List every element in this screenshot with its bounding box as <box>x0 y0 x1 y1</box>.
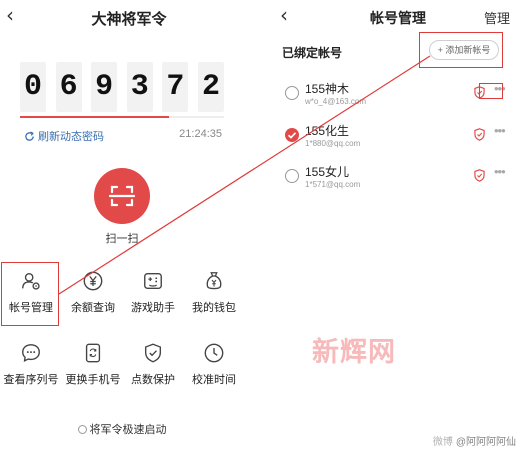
scan-button[interactable] <box>94 168 150 224</box>
grid-item-label: 校准时间 <box>192 374 236 386</box>
check-icon <box>287 132 297 139</box>
weibo-label: 微博 <box>432 437 453 448</box>
grid-item-game-helper[interactable]: 游戏助手 <box>122 270 184 315</box>
countdown-bar-fill <box>20 116 169 118</box>
account-name: 155女儿 <box>305 165 350 179</box>
page-title: 大神将军令 <box>91 11 167 28</box>
shield-icon <box>474 169 485 182</box>
manage-button[interactable]: 管理 <box>484 8 510 27</box>
account-radio[interactable] <box>285 86 299 100</box>
refresh-icon <box>25 131 34 141</box>
token-home-screen: ‹ 大神将军令 0 6 9 3 7 2 刷新动态密码 21:24:35 扫一扫 … <box>0 0 258 451</box>
code-digit: 0 <box>20 62 46 112</box>
account-name: 155神木 <box>305 82 350 96</box>
annotation-box-more <box>479 83 503 99</box>
section-title: 已绑定帐号 <box>282 46 343 60</box>
yen-coin-icon <box>83 271 103 291</box>
watermark-text: 新辉网 <box>312 337 396 367</box>
account-row[interactable]: 155化生 1*880@qq.com ••• <box>282 122 514 162</box>
money-bag-icon <box>206 272 222 290</box>
scan-icon <box>108 185 136 207</box>
grid-item-wallet[interactable]: 我的钱包 <box>183 270 245 315</box>
shield-check-icon <box>144 343 162 363</box>
code-digit: 7 <box>162 62 189 112</box>
grid-item-serial[interactable]: 查看序列号 <box>0 342 62 387</box>
account-row[interactable]: 155女儿 1*571@qq.com ••• <box>282 163 514 203</box>
account-radio[interactable] <box>285 169 299 183</box>
grid-item-calibrate-time[interactable]: 校准时间 <box>183 342 245 387</box>
grid-item-label: 我的钱包 <box>192 302 236 314</box>
refresh-code-button[interactable]: 刷新动态密码 <box>24 128 104 144</box>
grid-item-balance[interactable]: 余额查询 <box>62 270 124 315</box>
account-email: 1*880@qq.com <box>305 139 361 148</box>
grid-item-label: 点数保护 <box>131 374 175 386</box>
countdown-bar <box>20 116 224 118</box>
clock-icon <box>204 343 224 363</box>
account-email: 1*571@qq.com <box>305 180 361 189</box>
code-digit: 2 <box>197 62 224 112</box>
annotation-box-account-manage <box>1 262 59 326</box>
account-manage-screen: ‹ 帐号管理 管理 已绑定帐号 + 添加新帐号 155神木 w*o_4@163.… <box>270 0 526 451</box>
quick-start-label: 将军令极速启动 <box>89 424 167 436</box>
dynamic-code: 0 6 9 3 7 2 <box>20 62 224 112</box>
code-digit: 6 <box>55 62 82 112</box>
code-digit: 3 <box>126 62 153 112</box>
annotation-box-add-account <box>419 32 503 68</box>
refresh-label: 刷新动态密码 <box>38 131 104 143</box>
credit-handle: @阿阿阿阿仙 <box>455 437 516 448</box>
header: ‹ 大神将军令 <box>0 0 258 32</box>
radio-icon[interactable] <box>77 425 87 434</box>
chat-dots-icon <box>22 344 40 362</box>
grid-item-label: 查看序列号 <box>3 374 59 386</box>
code-digit: 9 <box>91 62 118 112</box>
account-radio-selected[interactable] <box>285 128 299 142</box>
more-icon[interactable]: ••• <box>494 123 516 138</box>
scan-label: 扫一扫 <box>105 233 139 245</box>
gamepad-icon <box>144 272 162 290</box>
grid-item-label: 更换手机号 <box>65 374 121 386</box>
account-email: w*o_4@163.com <box>305 97 367 106</box>
grid-item-points-protect[interactable]: 点数保护 <box>122 342 184 387</box>
current-time: 21:24:35 <box>179 128 222 140</box>
account-name: 155化生 <box>305 124 350 138</box>
quick-start-option[interactable]: 将军令极速启动 <box>0 421 244 437</box>
grid-item-change-phone[interactable]: 更换手机号 <box>62 342 124 387</box>
phone-swap-icon <box>85 343 101 363</box>
credit-watermark: 微博 @阿阿阿阿仙 <box>433 433 516 448</box>
more-icon[interactable]: ••• <box>494 164 516 179</box>
grid-item-label: 余额查询 <box>71 302 115 314</box>
shield-icon <box>474 128 485 141</box>
screenshot-stage: ‹ 大神将军令 0 6 9 3 7 2 刷新动态密码 21:24:35 扫一扫 … <box>0 0 526 451</box>
grid-item-label: 游戏助手 <box>131 302 175 314</box>
